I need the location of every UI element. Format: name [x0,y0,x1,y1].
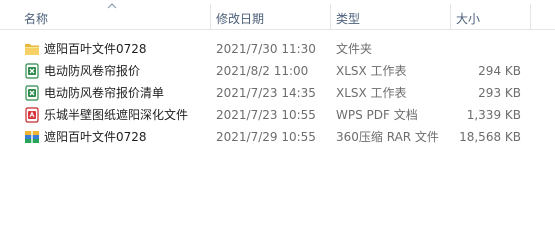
folder-icon [25,44,39,55]
file-size: 294 KB [478,64,521,78]
sort-ascending-icon [107,3,117,9]
file-date: 2021/7/23 10:55 [216,108,316,122]
column-header-type[interactable]: 类型 [336,0,360,30]
column-divider[interactable] [210,4,211,30]
pdf-icon [25,107,39,123]
file-date: 2021/7/30 11:30 [216,42,316,56]
file-date: 2021/8/2 11:00 [216,64,309,78]
file-name: 遮阳百叶文件0728 [44,130,147,144]
file-size [456,38,521,60]
column-divider[interactable] [530,4,531,30]
file-type: 文件夹 [336,42,373,56]
file-row[interactable]: 遮阳百叶文件0728 2021/7/29 10:55 360压缩 RAR 文件 … [12,126,555,148]
file-type: XLSX 工作表 [336,64,407,78]
file-name: 电动防风卷帘报价 [44,64,141,78]
rar-icon [25,131,39,143]
file-row[interactable]: 遮阳百叶文件0728 2021/7/30 11:30 文件夹 [12,38,555,60]
xlsx-icon [25,85,39,101]
file-type: 360压缩 RAR 文件 [336,130,439,144]
file-row[interactable]: 乐城半壁图纸遮阳深化文件 2021/7/23 10:55 WPS PDF 文档 … [12,104,555,126]
column-header-bar: 名称 修改日期 类型 大小 [0,0,555,30]
column-divider[interactable] [330,4,331,30]
file-size: 18,568 KB [459,130,521,144]
column-header-name[interactable]: 名称 [24,0,48,30]
file-date: 2021/7/29 10:55 [216,130,316,144]
column-divider[interactable] [450,4,451,30]
column-header-date[interactable]: 修改日期 [216,0,264,30]
file-name: 遮阳百叶文件0728 [44,42,147,56]
column-header-size[interactable]: 大小 [456,0,480,30]
file-name: 乐城半壁图纸遮阳深化文件 [44,108,189,122]
xlsx-icon [25,63,39,79]
file-row[interactable]: 电动防风卷帘报价 2021/8/2 11:00 XLSX 工作表 294 KB [12,60,555,82]
file-size: 1,339 KB [466,108,521,122]
file-size: 293 KB [478,86,521,100]
file-type: WPS PDF 文档 [336,108,418,122]
file-date: 2021/7/23 14:35 [216,86,316,100]
file-row[interactable]: 电动防风卷帘报价清单 2021/7/23 14:35 XLSX 工作表 293 … [12,82,555,104]
file-type: XLSX 工作表 [336,86,407,100]
file-name: 电动防风卷帘报价清单 [44,86,165,100]
